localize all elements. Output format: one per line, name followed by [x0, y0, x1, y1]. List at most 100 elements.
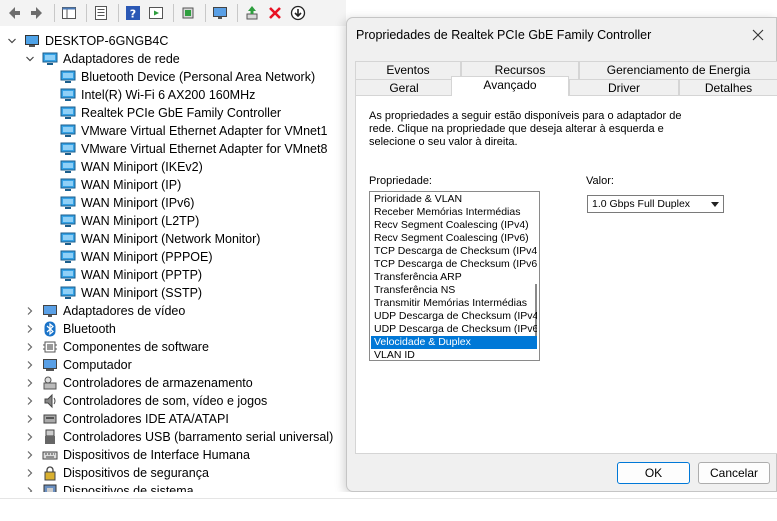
chevron-right-icon[interactable] [24, 449, 36, 461]
property-list-item[interactable]: Transferência NS [371, 284, 537, 297]
chevron-right-icon[interactable] [24, 359, 36, 371]
tree-item-network-adapter[interactable]: WAN Miniport (SSTP) [60, 284, 202, 302]
property-list-item[interactable]: Recv Segment Coalescing (IPv4) [371, 219, 537, 232]
property-list-item[interactable]: Transmitir Memórias Intermédias [371, 297, 537, 310]
tree-item-network-adapter[interactable]: WAN Miniport (IP) [60, 176, 181, 194]
chevron-down-icon[interactable] [24, 53, 36, 65]
value-dropdown-text: 1.0 Gbps Full Duplex [592, 198, 691, 210]
network-adapter-icon [60, 285, 76, 301]
tab-gerenciamento-de-energia[interactable]: Gerenciamento de Energia [579, 61, 777, 79]
chevron-right-icon[interactable] [24, 431, 36, 443]
tab-avancado[interactable]: Avançado [451, 76, 569, 96]
property-list-item[interactable]: Velocidade & Duplex [371, 336, 537, 349]
down-arrow-circle-icon [290, 5, 306, 21]
tree-item-network-adapter[interactable]: WAN Miniport (PPTP) [60, 266, 202, 284]
tree-item-network-adapter[interactable]: WAN Miniport (Network Monitor) [60, 230, 260, 248]
cancel-button[interactable]: Cancelar [698, 462, 770, 484]
tree-item-label: Adaptadores de vídeo [63, 304, 186, 318]
properties-icon [95, 6, 107, 20]
bluetooth-icon [42, 321, 58, 337]
tree-category[interactable]: Adaptadores de vídeo [24, 302, 185, 320]
display-button[interactable] [210, 3, 230, 23]
tree-item-network-adapter[interactable]: Realtek PCIe GbE Family Controller [60, 104, 281, 122]
property-list-item[interactable]: TCP Descarga de Checksum (IPv4 [371, 245, 537, 258]
property-list-item[interactable]: Prioridade & VLAN [371, 193, 537, 206]
tree-item-label: Dispositivos de segurança [63, 466, 209, 480]
dialog-title: Propriedades de Realtek PCIe GbE Family … [356, 28, 652, 42]
tree-item-label: Computador [63, 358, 132, 372]
value-label: Valor: [586, 175, 614, 187]
chevron-right-icon[interactable] [24, 323, 36, 335]
update-driver-icon [246, 6, 258, 20]
tree-category[interactable]: Controladores de armazenamento [24, 374, 253, 392]
disable-device-button[interactable] [288, 3, 308, 23]
security-device-icon [42, 465, 58, 481]
computer-icon [42, 357, 58, 373]
chevron-right-icon[interactable] [24, 395, 36, 407]
network-adapter-icon [60, 69, 76, 85]
chevron-right-icon[interactable] [24, 467, 36, 479]
property-list-item[interactable]: VLAN ID [371, 349, 537, 360]
property-list-item[interactable]: UDP Descarga de Checksum (IPv6 [371, 323, 537, 336]
action-pane-button[interactable] [146, 3, 166, 23]
tree-category[interactable]: Dispositivos de Interface Humana [24, 446, 250, 464]
network-adapter-icon [60, 249, 76, 265]
uninstall-device-button[interactable] [265, 3, 285, 23]
forward-button[interactable] [27, 3, 47, 23]
tree-item-label: VMware Virtual Ethernet Adapter for VMne… [81, 124, 328, 138]
usb-icon [42, 429, 58, 445]
tree-category[interactable]: Bluetooth [24, 320, 116, 338]
show-hide-console-tree-button[interactable] [59, 3, 79, 23]
tree-item-network-adapter[interactable]: VMware Virtual Ethernet Adapter for VMne… [60, 122, 327, 140]
tree-root-computer[interactable]: DESKTOP-6GNGB4C [6, 32, 168, 50]
back-button[interactable] [4, 3, 24, 23]
property-list-item[interactable]: Transferência ARP [371, 271, 537, 284]
hid-icon [42, 447, 58, 463]
update-driver-button[interactable] [242, 3, 262, 23]
computer-root-icon [24, 33, 40, 49]
tree-item-network-adapter[interactable]: WAN Miniport (IPv6) [60, 194, 194, 212]
network-adapter-icon [60, 195, 76, 211]
property-listbox[interactable]: Prioridade & VLAN Receber Memórias Interm… [369, 191, 540, 361]
property-list-item[interactable]: UDP Descarga de Checksum (IPv4 [371, 310, 537, 323]
property-list-item[interactable]: Recv Segment Coalescing (IPv6) [371, 232, 537, 245]
chevron-right-icon[interactable] [24, 341, 36, 353]
chevron-right-icon[interactable] [24, 305, 36, 317]
tree-item-label: Bluetooth Device (Personal Area Network) [81, 70, 316, 84]
properties-button[interactable] [91, 3, 111, 23]
tree-item-label: WAN Miniport (SSTP) [81, 286, 203, 300]
chevron-right-icon[interactable] [24, 377, 36, 389]
description-text: As propriedades a seguir estão disponíve… [369, 110, 682, 148]
tree-item-label: DESKTOP-6GNGB4C [45, 34, 169, 48]
tree-category[interactable]: Controladores USB (barramento serial uni… [24, 428, 333, 446]
tree-category[interactable]: Dispositivos de segurança [24, 464, 209, 482]
chevron-down-icon[interactable] [6, 35, 18, 47]
value-dropdown[interactable]: 1.0 Gbps Full Duplex [587, 195, 724, 213]
scan-hardware-changes-button[interactable] [178, 3, 198, 23]
close-button[interactable] [748, 25, 768, 45]
tree-item-label: WAN Miniport (IP) [81, 178, 182, 192]
property-list-item[interactable]: Receber Memórias Intermédias [371, 206, 537, 219]
tree-item-network-adapter[interactable]: WAN Miniport (PPPOE) [60, 248, 213, 266]
tree-category[interactable]: Controladores de som, vídeo e jogos [24, 392, 267, 410]
help-button[interactable]: ? [123, 3, 143, 23]
tree-item-label: Controladores IDE ATA/ATAPI [63, 412, 229, 426]
tree-category[interactable]: Componentes de software [24, 338, 209, 356]
close-icon [752, 29, 764, 41]
tree-item-network-adapter[interactable]: VMware Virtual Ethernet Adapter for VMne… [60, 140, 327, 158]
tree-item-network-adapter[interactable]: Bluetooth Device (Personal Area Network) [60, 68, 315, 86]
tree-category[interactable]: Controladores IDE ATA/ATAPI [24, 410, 229, 428]
tree-item-network-adapter[interactable]: WAN Miniport (L2TP) [60, 212, 199, 230]
tree-category[interactable]: Computador [24, 356, 132, 374]
ok-button[interactable]: OK [617, 462, 690, 484]
tree-item-label: Controladores de som, vídeo e jogos [63, 394, 268, 408]
tree-category-network-adapters[interactable]: Adaptadores de rede [24, 50, 180, 68]
tree-item-network-adapter[interactable]: Intel(R) Wi-Fi 6 AX200 160MHz [60, 86, 255, 104]
property-list-item[interactable]: TCP Descarga de Checksum (IPv6 [371, 258, 537, 271]
delete-x-icon [269, 7, 281, 19]
tree-item-label: WAN Miniport (IPv6) [81, 196, 195, 210]
tab-eventos[interactable]: Eventos [355, 61, 461, 79]
tree-item-network-adapter[interactable]: WAN Miniport (IKEv2) [60, 158, 203, 176]
chevron-right-icon[interactable] [24, 413, 36, 425]
arrow-right-icon [31, 7, 42, 19]
